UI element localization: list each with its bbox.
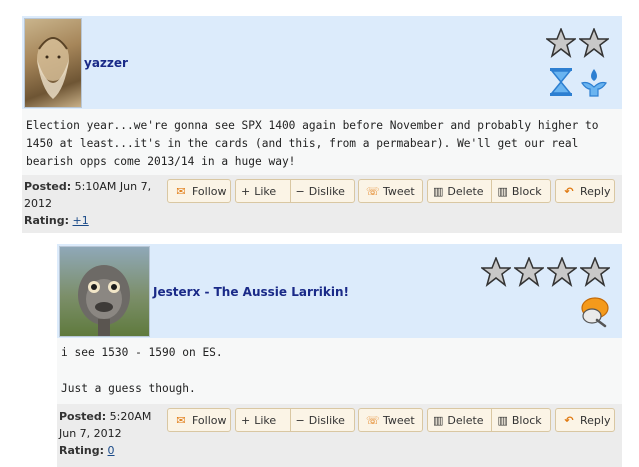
chat-bubble-icon xyxy=(581,297,609,328)
trash-icon: ▥ xyxy=(497,184,508,198)
dislike-button[interactable]: − Dislike xyxy=(289,180,354,202)
post-header: Jesterx - The Aussie Larrikin! xyxy=(57,244,622,338)
envelope-icon: ✉ xyxy=(176,413,186,427)
post-jesterx: Jesterx - The Aussie Larrikin! i see 153… xyxy=(57,244,622,467)
avatar-portrait-image xyxy=(37,37,69,99)
speech-bubble-icon: ☏ xyxy=(366,413,380,427)
reply-button[interactable]: ↶ Reply xyxy=(555,408,615,432)
posted-label: Posted: xyxy=(24,180,72,193)
plus-icon: + xyxy=(241,413,251,427)
rating-value-link[interactable]: +1 xyxy=(73,214,89,227)
reply-button[interactable]: ↶ Reply xyxy=(555,179,615,203)
reply-arrow-icon: ↶ xyxy=(564,413,574,427)
star-icon xyxy=(580,257,610,287)
like-dislike-group: + Like − Dislike xyxy=(235,408,355,432)
body-line: Just a guess though. xyxy=(61,382,196,395)
rating-label: Rating: xyxy=(59,444,105,457)
block-label: Block xyxy=(511,413,542,427)
delete-block-group: ▥ Delete ▥ Block xyxy=(427,179,551,203)
avatar[interactable] xyxy=(59,246,150,337)
dislike-label: Dislike xyxy=(308,184,345,198)
post-header: yazzer xyxy=(22,16,622,109)
username[interactable]: yazzer xyxy=(84,56,128,70)
delete-button[interactable]: ▥ Delete xyxy=(428,180,491,202)
reply-arrow-icon: ↶ xyxy=(564,184,574,198)
post-meta: Posted: 5:10AM Jun 7, 2012 Rating: +1 xyxy=(24,178,162,229)
minus-icon: − xyxy=(295,413,305,427)
star-icon xyxy=(514,257,544,287)
follow-button[interactable]: ✉ Follow xyxy=(167,179,231,203)
envelope-icon: ✉ xyxy=(176,184,186,198)
plus-icon: + xyxy=(241,184,251,198)
like-button[interactable]: + Like xyxy=(236,180,290,202)
block-button[interactable]: ▥ Block xyxy=(491,180,550,202)
like-label: Like xyxy=(254,413,277,427)
tweet-button[interactable]: ☏ Tweet xyxy=(358,408,423,432)
rating-label: Rating: xyxy=(24,214,70,227)
body-line: i see 1530 - 1590 on ES. xyxy=(61,346,223,359)
username[interactable]: Jesterx - The Aussie Larrikin! xyxy=(153,285,349,299)
tweet-label: Tweet xyxy=(383,184,415,198)
star-icon xyxy=(481,257,511,287)
like-label: Like xyxy=(254,184,277,198)
star-icon xyxy=(579,28,609,58)
trash-icon: ▥ xyxy=(433,413,444,427)
delete-label: Delete xyxy=(447,184,484,198)
tweet-button[interactable]: ☏ Tweet xyxy=(358,179,423,203)
water-drop-icon xyxy=(581,69,607,97)
dislike-button[interactable]: − Dislike xyxy=(289,409,354,431)
dislike-label: Dislike xyxy=(308,413,345,427)
rating-value-link[interactable]: 0 xyxy=(108,444,115,457)
star-icon xyxy=(547,257,577,287)
avatar-emu-image xyxy=(78,265,130,336)
post-yazzer: yazzer Election year...we're gonna see S… xyxy=(22,16,622,233)
follow-button[interactable]: ✉ Follow xyxy=(167,408,231,432)
delete-label: Delete xyxy=(447,413,484,427)
reply-label: Reply xyxy=(580,413,611,427)
delete-block-group: ▥ Delete ▥ Block xyxy=(427,408,551,432)
hourglass-icon xyxy=(550,68,572,96)
delete-button[interactable]: ▥ Delete xyxy=(428,409,491,431)
avatar[interactable] xyxy=(24,18,82,108)
reply-label: Reply xyxy=(580,184,611,198)
trash-icon: ▥ xyxy=(433,184,444,198)
action-bar: ✉ Follow + Like − Dislike ☏ Tweet ▥ Delete ▥ B… xyxy=(167,408,617,432)
like-button[interactable]: + Like xyxy=(236,409,290,431)
like-dislike-group: + Like − Dislike xyxy=(235,179,355,203)
trash-icon: ▥ xyxy=(497,413,508,427)
follow-label: Follow xyxy=(192,184,227,198)
post-body: i see 1530 - 1590 on ES. Just a guess th… xyxy=(57,338,622,404)
block-label: Block xyxy=(511,184,542,198)
post-meta: Posted: 5:20AM Jun 7, 2012 Rating: 0 xyxy=(59,408,159,459)
block-button[interactable]: ▥ Block xyxy=(491,409,550,431)
tweet-label: Tweet xyxy=(383,413,415,427)
posted-label: Posted: xyxy=(59,410,107,423)
minus-icon: − xyxy=(295,184,305,198)
post-footer: Posted: 5:20AM Jun 7, 2012 Rating: 0 ✉ Fo… xyxy=(57,404,622,467)
follow-label: Follow xyxy=(192,413,227,427)
star-icon xyxy=(546,28,576,58)
post-body: Election year...we're gonna see SPX 1400… xyxy=(22,109,622,175)
speech-bubble-icon: ☏ xyxy=(366,184,380,198)
post-footer: Posted: 5:10AM Jun 7, 2012 Rating: +1 ✉ F… xyxy=(22,175,622,233)
action-bar: ✉ Follow + Like − Dislike ☏ Tweet ▥ Delete ▥ B… xyxy=(167,179,617,203)
